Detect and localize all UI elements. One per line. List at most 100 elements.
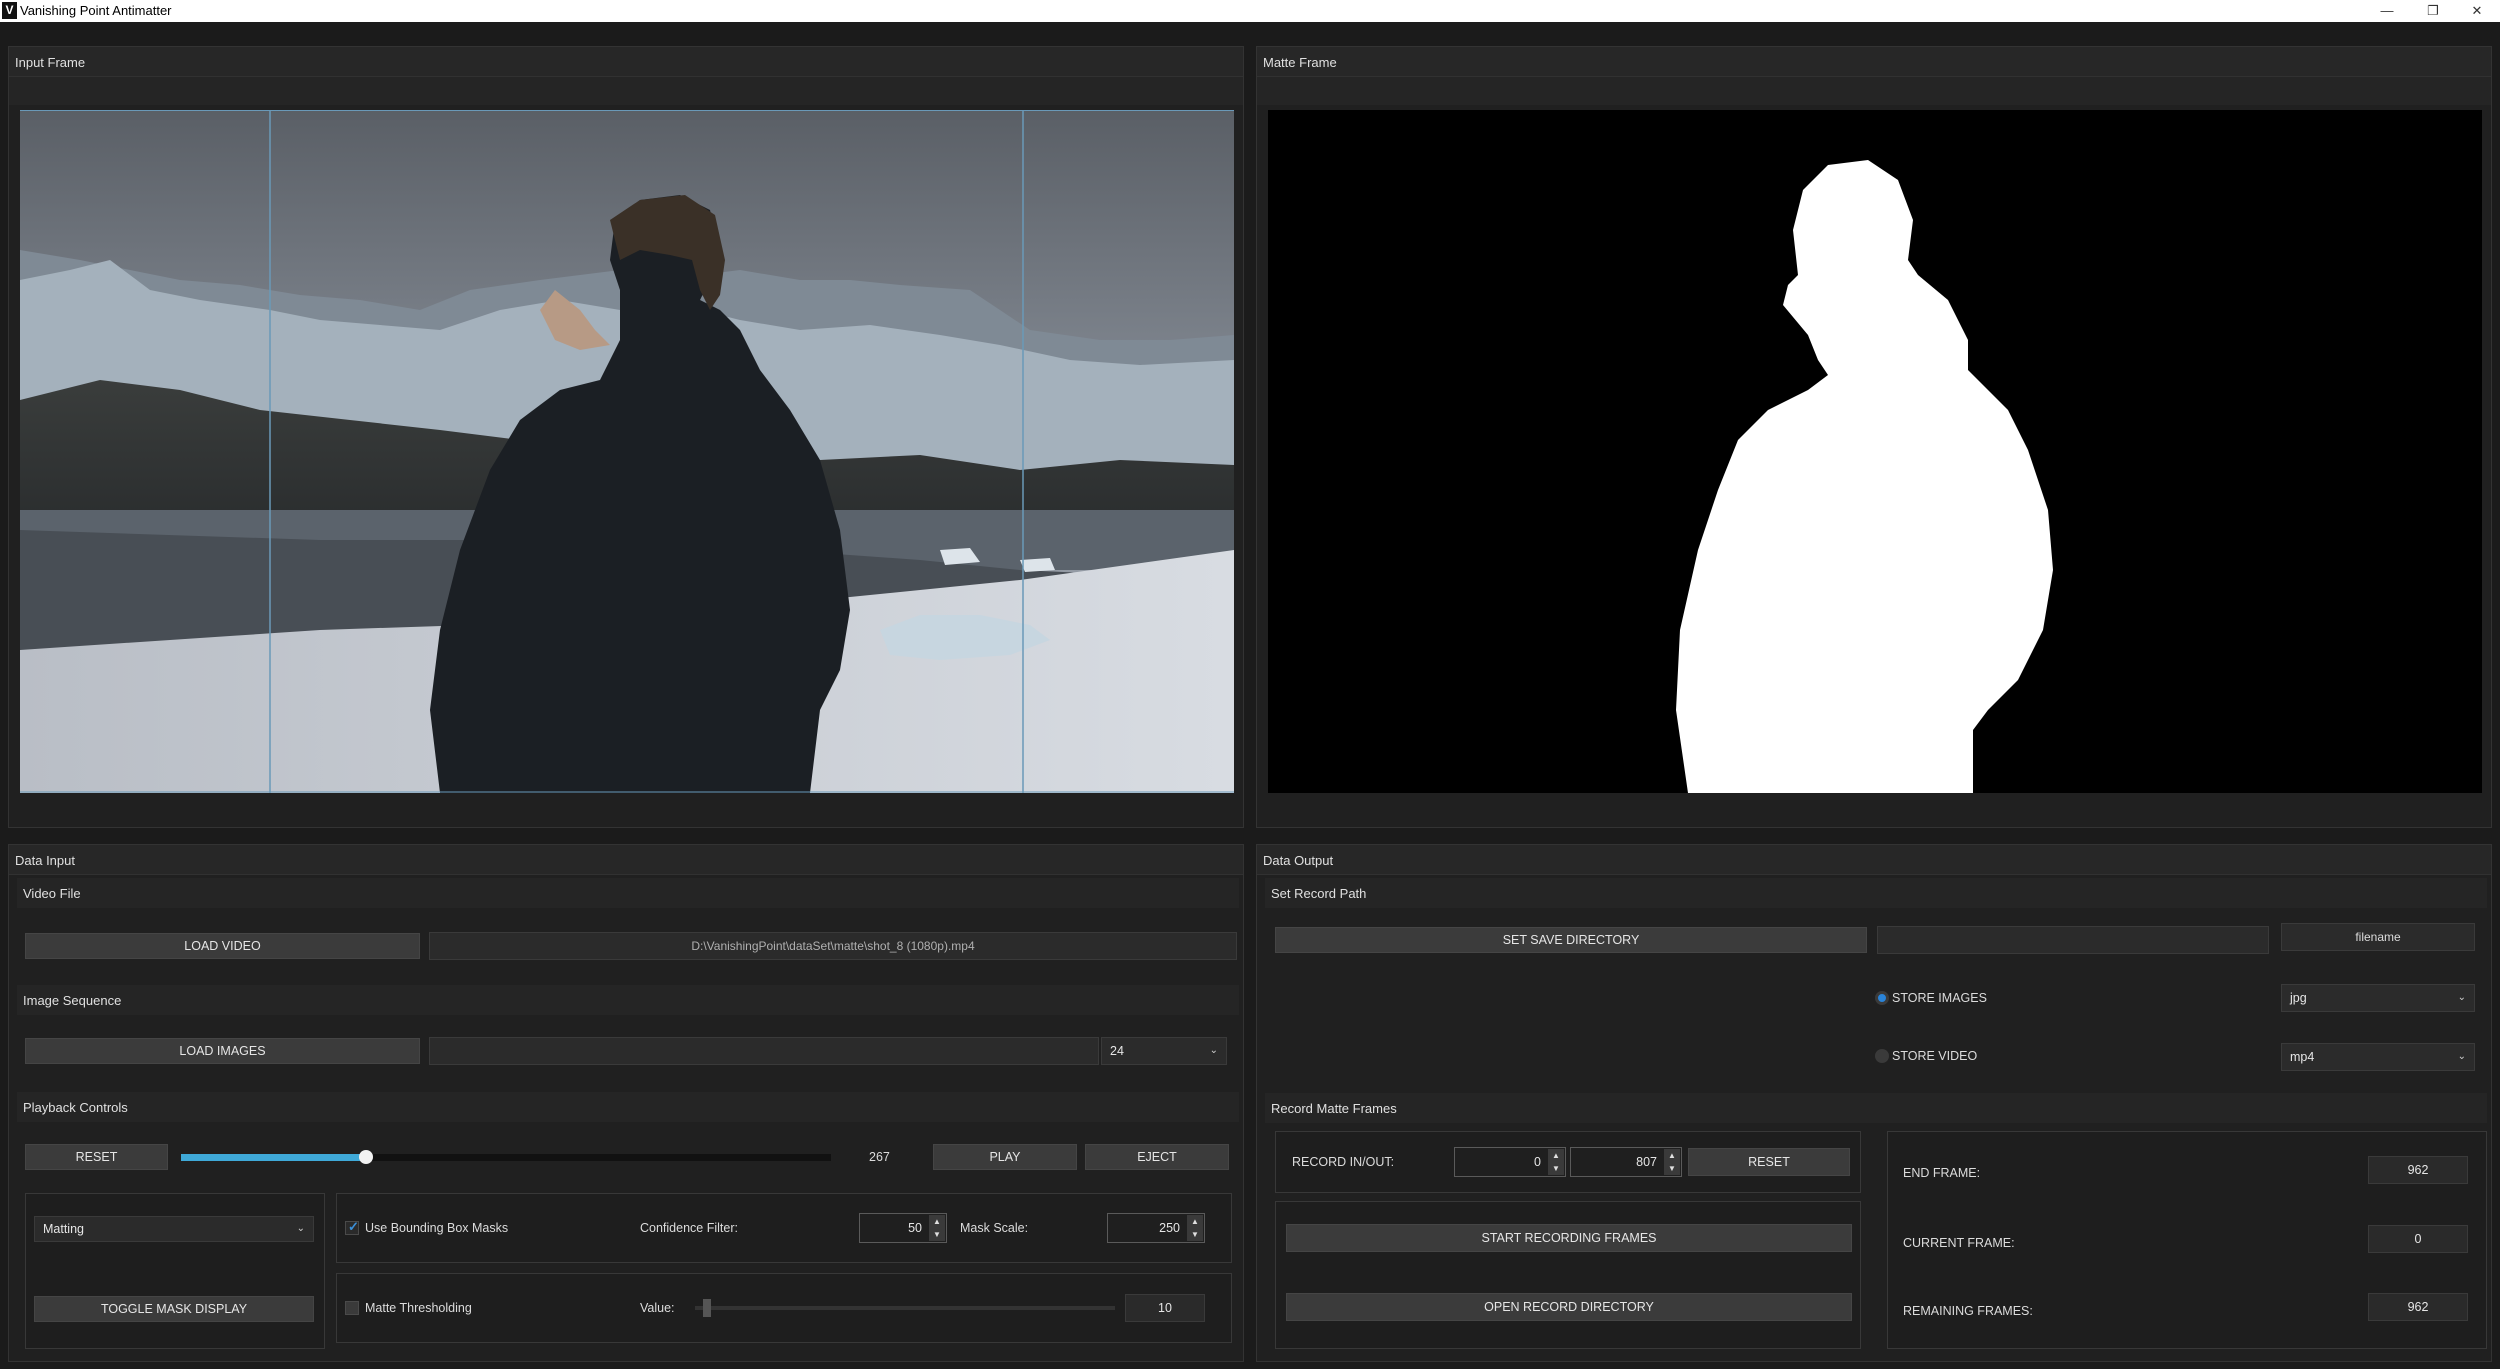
matte-video-frame[interactable]: [1268, 110, 2482, 793]
end-frame-label: END FRAME:: [1903, 1166, 1981, 1180]
data-input-title: Data Input: [15, 853, 75, 868]
video-format-value: mp4: [2290, 1050, 2315, 1064]
image-sequence-path-field[interactable]: [429, 1037, 1099, 1065]
confidence-filter-value: 50: [908, 1221, 922, 1235]
open-record-directory-button[interactable]: OPEN RECORD DIRECTORY: [1286, 1293, 1852, 1321]
record-matte-title: Record Matte Frames: [1271, 1101, 1397, 1116]
record-inout-group: RECORD IN/OUT: 0 ▲ ▼ 807 ▲ ▼ RESET: [1275, 1131, 1861, 1193]
spin-down-icon[interactable]: ▼: [1664, 1162, 1680, 1175]
window-title: Vanishing Point Antimatter: [20, 3, 172, 18]
matte-frame-title: Matte Frame: [1263, 55, 1337, 70]
title-bar: V Vanishing Point Antimatter — ❐ ✕: [0, 0, 2500, 22]
spin-arrows[interactable]: ▲ ▼: [929, 1215, 945, 1241]
current-frame-value: 0: [2368, 1225, 2468, 1253]
bounding-box-label: Use Bounding Box Masks: [365, 1221, 509, 1235]
minimize-icon[interactable]: —: [2364, 0, 2410, 22]
image-sequence-title: Image Sequence: [23, 993, 122, 1008]
input-video-frame[interactable]: [20, 110, 1234, 793]
video-file-title: Video File: [23, 886, 81, 901]
data-input-panel: Data Input Video File LOAD VIDEO D:\Vani…: [8, 844, 1244, 1362]
spin-arrows[interactable]: ▲ ▼: [1664, 1149, 1680, 1175]
record-reset-button[interactable]: RESET: [1688, 1148, 1850, 1176]
image-format-value: jpg: [2290, 991, 2307, 1005]
playback-section-header: Playback Controls: [17, 1092, 1239, 1122]
restore-icon[interactable]: ❐: [2410, 0, 2456, 22]
record-out-input[interactable]: 807 ▲ ▼: [1570, 1147, 1682, 1177]
chevron-down-icon: ⌄: [2457, 991, 2466, 1003]
mode-group: Matting ⌄ TOGGLE MASK DISPLAY: [25, 1193, 325, 1349]
mask-scale-value: 250: [1159, 1221, 1180, 1235]
bounding-box-checkbox[interactable]: ✓: [345, 1219, 359, 1235]
spin-down-icon[interactable]: ▼: [1548, 1162, 1564, 1175]
check-icon: ✓: [348, 1219, 359, 1234]
matte-threshold-label: Matte Thresholding: [365, 1301, 472, 1315]
spin-arrows[interactable]: ▲ ▼: [1187, 1215, 1203, 1241]
threshold-slider-handle[interactable]: [703, 1299, 712, 1317]
video-path-field[interactable]: D:\VanishingPoint\dataSet\matte\shot_8 (…: [429, 932, 1237, 960]
mask-scale-input[interactable]: 250 ▲ ▼: [1107, 1213, 1205, 1243]
mask-scale-label: Mask Scale:: [960, 1221, 1029, 1235]
mode-select[interactable]: Matting ⌄: [34, 1216, 314, 1242]
current-frame-readout: 267: [869, 1150, 890, 1164]
threshold-value-field[interactable]: 10: [1125, 1294, 1205, 1322]
spin-up-icon[interactable]: ▲: [1548, 1149, 1564, 1162]
data-output-header: Data Output: [1257, 845, 2491, 875]
playback-title: Playback Controls: [23, 1100, 128, 1115]
filename-field[interactable]: filename: [2281, 923, 2475, 951]
close-icon[interactable]: ✕: [2454, 0, 2500, 22]
load-video-button[interactable]: LOAD VIDEO: [25, 933, 420, 959]
spin-down-icon[interactable]: ▼: [929, 1228, 945, 1241]
confidence-filter-input[interactable]: 50 ▲ ▼: [859, 1213, 947, 1243]
data-input-header: Data Input: [9, 845, 1243, 875]
fps-select[interactable]: 24 ⌄: [1101, 1037, 1227, 1065]
input-frame-header: Input Frame: [9, 47, 1243, 77]
bounding-box-group: ✓ Use Bounding Box Masks Confidence Filt…: [336, 1193, 1232, 1263]
remaining-frames-label: REMAINING FRAMES:: [1903, 1304, 2033, 1318]
spin-up-icon[interactable]: ▲: [1664, 1149, 1680, 1162]
record-path-title: Set Record Path: [1271, 886, 1367, 901]
frame-stats-group: END FRAME: 962 CURRENT FRAME: 0 REMAININ…: [1887, 1131, 2487, 1349]
toggle-mask-display-button[interactable]: TOGGLE MASK DISPLAY: [34, 1296, 314, 1322]
record-matte-section-header: Record Matte Frames: [1265, 1093, 2487, 1123]
playback-slider-handle[interactable]: [359, 1150, 374, 1164]
spin-up-icon[interactable]: ▲: [1187, 1215, 1203, 1228]
chevron-down-icon: ⌄: [1209, 1044, 1218, 1056]
playback-slider-fill: [181, 1154, 367, 1161]
start-recording-button[interactable]: START RECORDING FRAMES: [1286, 1224, 1852, 1252]
input-frame-image: [20, 110, 1234, 793]
threshold-value-label: Value:: [640, 1301, 675, 1315]
end-frame-value: 962: [2368, 1156, 2468, 1184]
record-actions-group: START RECORDING FRAMES OPEN RECORD DIREC…: [1275, 1201, 1861, 1349]
store-video-radio[interactable]: [1875, 1049, 1889, 1063]
eject-button[interactable]: EJECT: [1085, 1144, 1229, 1170]
image-format-select[interactable]: jpg ⌄: [2281, 984, 2475, 1012]
play-button[interactable]: PLAY: [933, 1144, 1077, 1170]
store-video-label: STORE VIDEO: [1892, 1049, 1978, 1063]
video-format-select[interactable]: mp4 ⌄: [2281, 1043, 2475, 1071]
set-save-directory-button[interactable]: SET SAVE DIRECTORY: [1275, 927, 1867, 953]
playback-reset-button[interactable]: RESET: [25, 1144, 168, 1170]
store-images-radio[interactable]: [1875, 991, 1889, 1005]
record-inout-label: RECORD IN/OUT:: [1292, 1155, 1395, 1169]
data-output-title: Data Output: [1263, 853, 1334, 868]
spin-up-icon[interactable]: ▲: [929, 1215, 945, 1228]
threshold-slider[interactable]: [695, 1299, 1115, 1317]
input-frame-toolbar: [9, 77, 1243, 105]
record-in-input[interactable]: 0 ▲ ▼: [1454, 1147, 1566, 1177]
spin-down-icon[interactable]: ▼: [1187, 1228, 1203, 1241]
record-in-value: 0: [1534, 1155, 1541, 1169]
matte-frame-header: Matte Frame: [1257, 47, 2491, 77]
data-output-panel: Data Output Set Record Path SET SAVE DIR…: [1256, 844, 2492, 1362]
load-images-button[interactable]: LOAD IMAGES: [25, 1038, 420, 1064]
image-sequence-section-header: Image Sequence: [17, 985, 1239, 1015]
input-frame-panel: Input Frame: [8, 46, 1244, 828]
input-frame-title: Input Frame: [15, 55, 86, 70]
matte-threshold-group: Matte Thresholding Value: 10: [336, 1273, 1232, 1343]
save-path-field[interactable]: [1877, 926, 2269, 954]
spin-arrows[interactable]: ▲ ▼: [1548, 1149, 1564, 1175]
fps-value: 24: [1110, 1044, 1124, 1058]
video-file-section-header: Video File: [17, 878, 1239, 908]
matte-threshold-checkbox[interactable]: [345, 1301, 359, 1315]
chevron-down-icon: ⌄: [2457, 1050, 2466, 1062]
playback-slider[interactable]: [181, 1150, 831, 1164]
